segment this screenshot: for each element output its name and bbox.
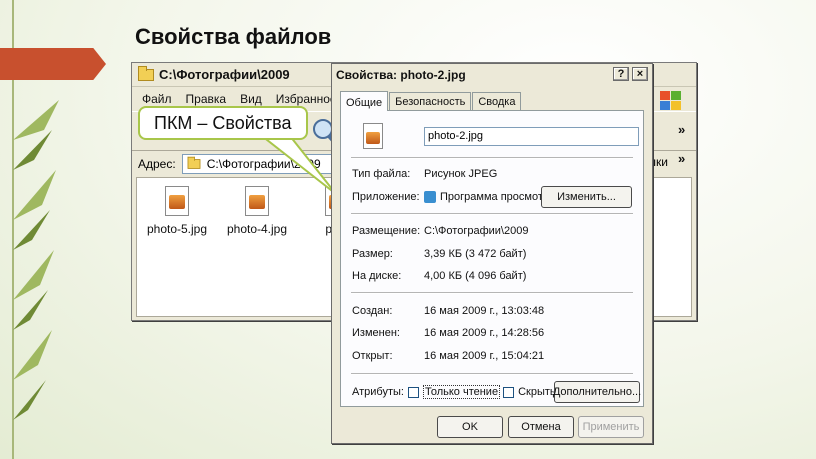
menu-file[interactable]: Файл: [142, 92, 172, 106]
readonly-checkbox[interactable]: [407, 386, 419, 398]
filetype-row: Тип файла: Рисунок JPEG: [352, 168, 497, 180]
file-item[interactable]: photo-5.jpg: [137, 186, 217, 236]
explorer-title: C:\Фотографии\2009: [159, 67, 290, 82]
apply-button[interactable]: Применить: [578, 416, 644, 438]
close-button[interactable]: ×: [632, 67, 648, 81]
viewer-app-icon: [424, 191, 436, 203]
menu-view[interactable]: Вид: [240, 92, 262, 106]
properties-dialog: Свойства: photo-2.jpg ? × Общие Безопасн…: [331, 63, 653, 444]
divider: [351, 157, 633, 159]
dialog-title: Свойства: photo-2.jpg: [336, 68, 466, 82]
location-label: Размещение:: [352, 225, 421, 237]
windows-logo-icon: [660, 91, 682, 111]
callout-pointer: [260, 136, 337, 195]
address-label: Адрес:: [138, 157, 176, 171]
opened-value: 16 мая 2009 г., 15:04:21: [424, 350, 545, 362]
attributes-label: Атрибуты:: [352, 386, 404, 398]
readonly-label[interactable]: Только чтение: [422, 385, 501, 399]
address-chevron-icon[interactable]: »: [678, 151, 685, 166]
divider: [351, 373, 633, 375]
divider: [351, 213, 633, 215]
created-row: Создан: 16 мая 2009 г., 13:03:48: [352, 305, 544, 317]
size-value: 3,39 КБ (3 472 байт): [424, 248, 527, 260]
location-value: C:\Фотографии\2009: [424, 225, 529, 237]
app-value: Программа просмотр: [440, 191, 549, 203]
filetype-label: Тип файла:: [352, 168, 411, 180]
decorative-leaves: [13, 100, 59, 420]
decorative-arrow: [0, 48, 106, 80]
created-label: Создан:: [352, 305, 393, 317]
modified-label: Изменен:: [352, 327, 400, 339]
location-row: Размещение: C:\Фотографии\2009: [352, 225, 528, 237]
filetype-value: Рисунок JPEG: [424, 168, 498, 180]
created-value: 16 мая 2009 г., 13:03:48: [424, 305, 545, 317]
modified-row: Изменен: 16 мая 2009 г., 14:28:56: [352, 327, 544, 339]
folder-icon: [187, 156, 201, 169]
general-panel: photo-2.jpg Тип файла: Рисунок JPEG Прил…: [340, 110, 644, 407]
tab-summary[interactable]: Сводка: [472, 92, 522, 110]
image-file-icon: [363, 123, 383, 149]
folder-icon: [138, 65, 154, 81]
image-file-icon: [165, 186, 189, 216]
ok-button[interactable]: OK: [437, 416, 503, 438]
size-label: Размер:: [352, 248, 393, 260]
app-row: Приложение: Программа просмотр: [352, 191, 549, 203]
divider: [351, 292, 633, 294]
hidden-checkbox[interactable]: [503, 386, 515, 398]
opened-row: Открыт: 16 мая 2009 г., 15:04:21: [352, 350, 544, 362]
change-button[interactable]: Изменить...: [541, 186, 632, 208]
menu-favorites[interactable]: Избранное: [276, 92, 337, 106]
attributes-row: Атрибуты: Только чтение Скрытый: [352, 385, 564, 399]
opened-label: Открыт:: [352, 350, 393, 362]
cancel-button[interactable]: Отмена: [508, 416, 574, 438]
size-row: Размер: 3,39 КБ (3 472 байт): [352, 248, 526, 260]
toolbar-chevron-icon[interactable]: »: [678, 122, 685, 137]
disk-row: На диске: 4,00 КБ (4 096 байт): [352, 270, 526, 282]
tab-general[interactable]: Общие: [340, 91, 389, 111]
tab-strip: Общие Безопасность Сводка: [340, 90, 522, 111]
disk-label: На диске:: [352, 270, 402, 282]
file-name: photo-5.jpg: [146, 222, 208, 236]
disk-value: 4,00 КБ (4 096 байт): [424, 270, 527, 282]
file-name: photo-4.jpg: [226, 222, 288, 236]
menu-edit[interactable]: Правка: [186, 92, 227, 106]
dialog-titlebar: Свойства: photo-2.jpg ? ×: [332, 64, 652, 86]
app-label: Приложение:: [352, 191, 420, 203]
advanced-button[interactable]: Дополнительно...: [553, 381, 641, 403]
filename-input[interactable]: photo-2.jpg: [424, 127, 639, 146]
help-button[interactable]: ?: [613, 67, 629, 81]
modified-value: 16 мая 2009 г., 14:28:56: [424, 327, 545, 339]
slide-title: Свойства файлов: [135, 24, 332, 49]
tab-security[interactable]: Безопасность: [389, 92, 472, 110]
callout-label: ПКМ – Свойства: [138, 106, 308, 140]
